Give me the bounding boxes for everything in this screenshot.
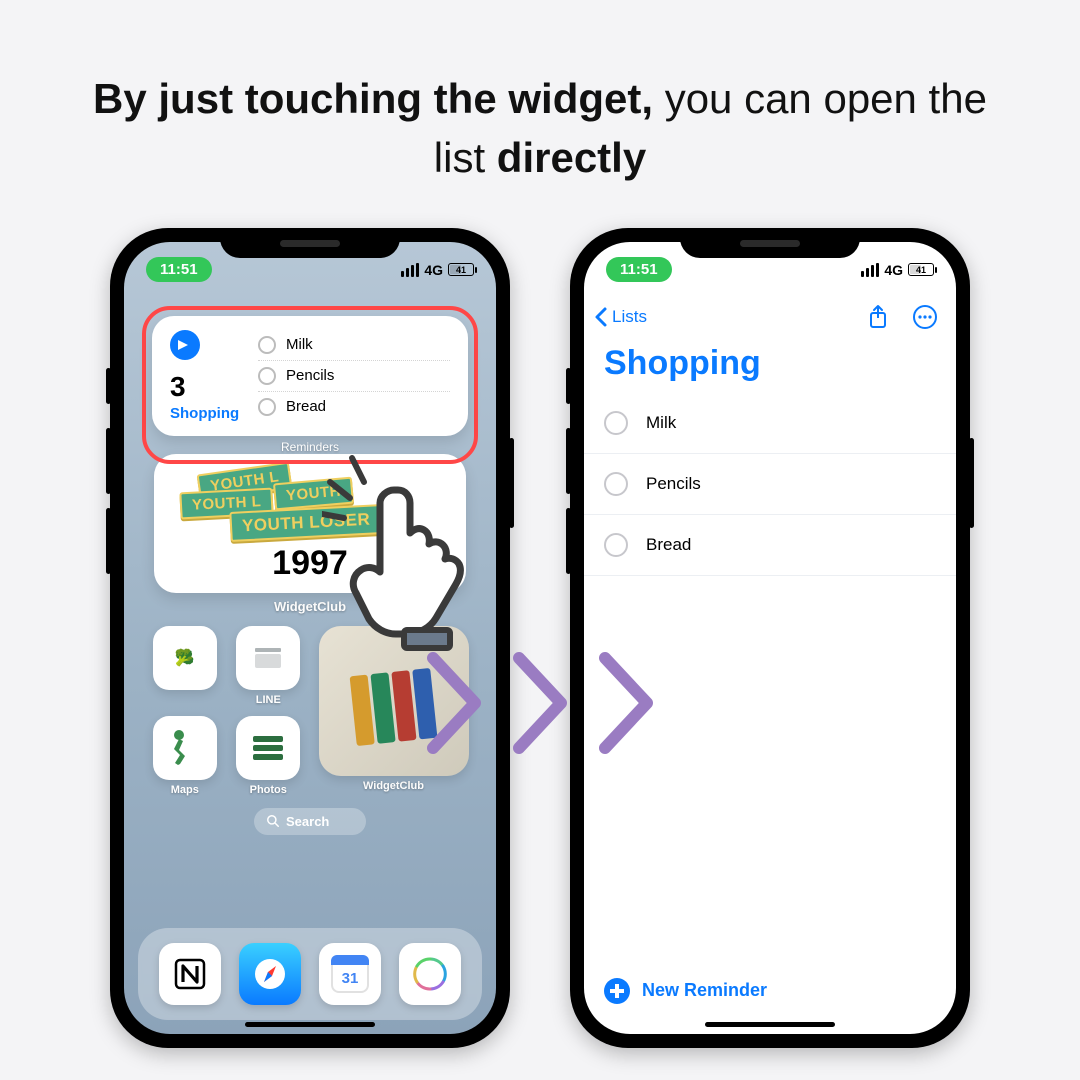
app-icon-maps[interactable]: Maps [150, 716, 220, 796]
battery-icon: 41 [448, 263, 474, 276]
app-icon[interactable]: 🥦 [150, 626, 220, 706]
new-reminder-button[interactable]: New Reminder [604, 978, 767, 1004]
chevron-left-icon [592, 305, 610, 329]
widget-list-name: Shopping [170, 405, 258, 422]
radio-icon[interactable] [604, 472, 628, 496]
headline: By just touching the widget, you can ope… [0, 0, 1080, 188]
transition-arrows [419, 648, 661, 758]
back-button[interactable]: Lists [592, 305, 647, 329]
search-button[interactable]: Search [254, 808, 366, 835]
headline-bold-2: directly [497, 134, 646, 181]
notch [220, 228, 400, 258]
app-icon-line[interactable]: LINE [234, 626, 304, 706]
dock-app-safari[interactable] [239, 943, 301, 1005]
list-item[interactable]: Milk [584, 393, 956, 454]
radio-icon[interactable] [258, 398, 276, 416]
radio-icon[interactable] [604, 411, 628, 435]
home-indicator[interactable] [245, 1022, 375, 1027]
dock-app-calendar[interactable]: 31 [319, 943, 381, 1005]
dock-app-chatgpt[interactable] [399, 943, 461, 1005]
dock: 31 [138, 928, 482, 1020]
radio-icon[interactable] [604, 533, 628, 557]
widget-item[interactable]: Pencils [258, 361, 450, 392]
battery-icon: 41 [908, 263, 934, 276]
widget-count: 3 [170, 371, 258, 403]
signal-icon [401, 263, 419, 277]
share-icon[interactable] [866, 304, 890, 330]
dock-app-notion[interactable] [159, 943, 221, 1005]
search-icon [266, 814, 280, 828]
widget-item[interactable]: Milk [258, 330, 450, 361]
status-time: 11:51 [606, 257, 672, 282]
radio-icon[interactable] [258, 336, 276, 354]
app-icon-photos[interactable]: Photos [234, 716, 304, 796]
widget-highlight-frame: 3 Shopping Milk Pencils Bread Reminders [142, 306, 478, 464]
list-item[interactable]: Pencils [584, 454, 956, 515]
status-network: 4G [884, 262, 903, 278]
radio-icon[interactable] [258, 367, 276, 385]
status-right: 4G 41 [401, 262, 474, 278]
navbar: Lists [584, 298, 956, 336]
list-title: Shopping [584, 336, 956, 393]
more-icon[interactable] [912, 304, 938, 330]
home-indicator[interactable] [705, 1022, 835, 1027]
plus-circle-icon [604, 978, 630, 1004]
status-right: 4G 41 [861, 262, 934, 278]
list-item[interactable]: Bread [584, 515, 956, 576]
notch [680, 228, 860, 258]
headline-bold-1: By just touching the widget, [93, 75, 665, 122]
phone-right: 11:51 4G 41 Lists [570, 228, 970, 1048]
tap-gesture-icon [322, 452, 512, 657]
status-time: 11:51 [146, 257, 212, 282]
signal-icon [861, 263, 879, 277]
widget-item[interactable]: Bread [258, 392, 450, 422]
reminders-widget[interactable]: 3 Shopping Milk Pencils Bread [152, 316, 468, 436]
status-network: 4G [424, 262, 443, 278]
list-icon [170, 330, 200, 360]
